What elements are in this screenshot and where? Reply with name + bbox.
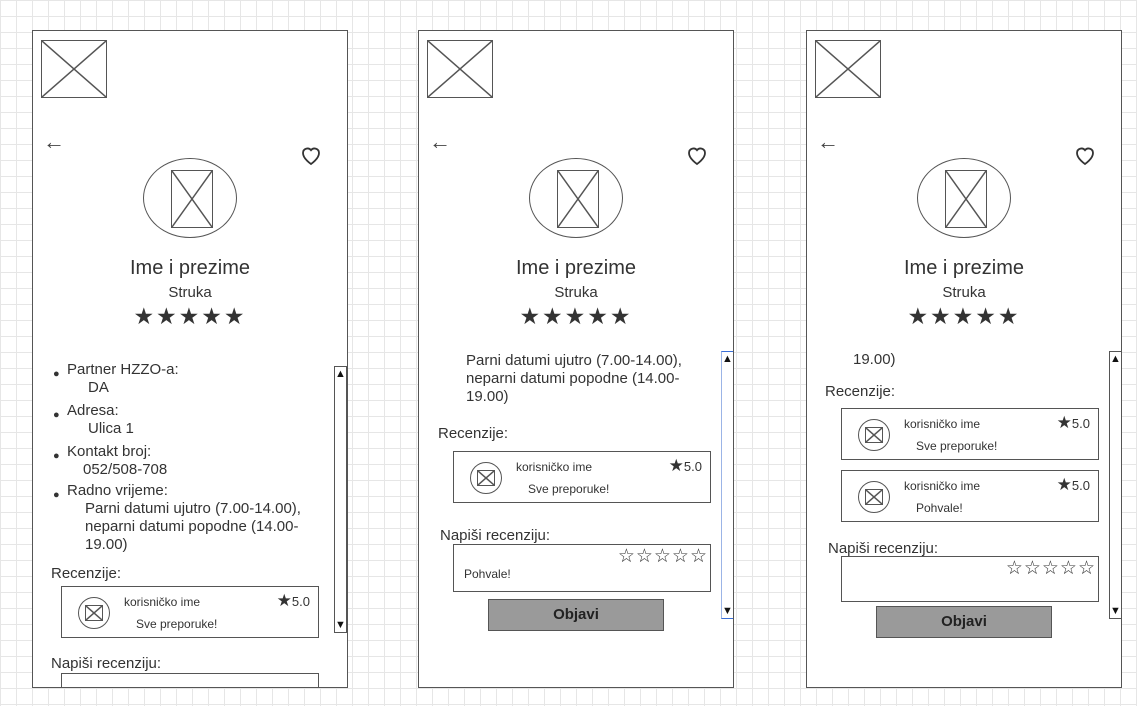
profile-profession: Struka [168,284,212,301]
scroll-up-icon[interactable]: ▲ [335,368,346,380]
reviewer-image-placeholder [865,427,883,443]
reviewer-avatar [470,462,502,494]
review-comment: Sve preporuke! [916,439,998,453]
scrollbar[interactable]: ▲ ▼ [334,366,347,633]
logo-image-placeholder [815,40,881,98]
rating-stars: ★★★★★ [907,303,1021,329]
review-username: korisničko ime [904,417,981,431]
hours-line-1: Parni datumi ujutro (7.00-14.00), [466,352,682,369]
review-score-value: 5.0 [291,594,310,609]
heart-icon[interactable] [1073,143,1097,167]
review-input[interactable]: ☆☆☆☆☆ Pohvale! [453,544,711,592]
reviewer-avatar [78,597,110,629]
review-card: korisničko ime ★5.0 Sve preporuke! [453,451,711,503]
scroll-up-icon[interactable]: ▲ [722,353,733,365]
review-comment: Sve preporuke! [528,482,610,496]
review-score: ★5.0 [669,456,702,476]
bullet-icon: ● [53,489,60,501]
profile-profession: Struka [554,284,598,301]
hours-line-3: 19.00) [853,351,896,368]
profile-name: Ime i prezime [903,257,1025,279]
review-username: korisničko ime [904,479,981,493]
scroll-up-icon[interactable]: ▲ [1110,353,1121,365]
submit-button[interactable]: Objavi [488,599,664,631]
reviewer-image-placeholder [477,470,495,486]
avatar-image-placeholder [945,170,987,228]
bullet-icon: ● [53,450,60,462]
contact-value: 052/508-708 [83,461,168,478]
reviewer-image-placeholder [865,489,883,505]
rating-stars: ★★★★★ [519,303,633,329]
write-review-label: Napiši recenziju: [440,527,551,544]
review-comment: Pohvale! [916,501,963,515]
avatar-image-placeholder [171,170,213,228]
partner-value: DA [88,379,109,396]
hours-line-2: neparni datumi popodne (14.00- [466,370,680,387]
review-card: korisničko ime ★5.0 Sve preporuke! [61,586,319,638]
scrollbar[interactable]: ▲ ▼ [721,351,733,619]
logo-image-placeholder [427,40,493,98]
address-value: Ulica 1 [88,420,134,437]
rating-input-stars[interactable]: ☆☆☆☆☆ [1006,557,1096,580]
star-icon: ★ [668,456,684,475]
review-username: korisničko ime [124,595,201,609]
scrollbar[interactable]: ▲ ▼ [1109,351,1121,619]
profile-profession: Struka [942,284,986,301]
reviewer-image-placeholder [85,605,103,621]
review-username: korisničko ime [516,460,593,474]
star-icon: ★ [1056,475,1072,494]
review-comment: Sve preporuke! [136,617,218,631]
reviews-heading: Recenzije: [51,565,122,582]
star-icon: ★ [276,591,292,610]
reviews-heading: Recenzije: [825,383,896,400]
rating-input-stars[interactable]: ☆☆☆☆☆ [618,545,708,568]
hours-line-2: neparni datumi popodne (14.00- [85,518,299,535]
partner-label: Partner HZZO-a: [67,361,179,378]
review-score-value: 5.0 [1071,416,1090,431]
scroll-down-icon[interactable]: ▼ [722,605,733,617]
avatar [917,158,1011,238]
scroll-down-icon[interactable]: ▼ [335,619,346,631]
heart-icon[interactable] [685,143,709,167]
heart-icon[interactable] [299,143,323,167]
logo-image-placeholder [41,40,107,98]
scroll-down-icon[interactable]: ▼ [1110,605,1121,617]
review-input-value: Pohvale! [464,567,511,581]
review-score: ★5.0 [1057,475,1090,495]
reviewer-avatar [858,419,890,451]
review-score-value: 5.0 [683,459,702,474]
reviews-heading: Recenzije: [438,425,509,442]
bullet-icon: ● [53,368,60,380]
hours-line-3: 19.00) [466,388,509,405]
contact-label: Kontakt broj: [67,443,152,460]
reviewer-avatar [858,481,890,513]
review-score: ★5.0 [277,591,310,611]
review-input[interactable] [61,673,319,687]
hours-line-1: Parni datumi ujutro (7.00-14.00), [85,500,301,517]
phone-screen-3: ← Ime i prezime Struka ★★★★★ 19.00) Rece… [806,30,1122,688]
address-label: Adresa: [67,402,119,419]
hours-line-3: 19.00) [85,536,128,553]
back-arrow-icon[interactable]: ← [43,131,65,153]
submit-button[interactable]: Objavi [876,606,1052,638]
review-input[interactable]: ☆☆☆☆☆ [841,556,1099,602]
profile-name: Ime i prezime [515,257,637,279]
review-card: korisničko ime ★5.0 Pohvale! [841,470,1099,522]
phone-screen-1: ← Ime i prezime Struka ★★★★★ ● Partner H… [32,30,348,688]
back-arrow-icon[interactable]: ← [817,131,839,153]
avatar-image-placeholder [557,170,599,228]
review-card: korisničko ime ★5.0 Sve preporuke! [841,408,1099,460]
phone-screen-2: ← Ime i prezime Struka ★★★★★ Parni datum… [418,30,734,688]
avatar [143,158,237,238]
bullet-icon: ● [53,409,60,421]
write-review-label: Napiši recenziju: [51,655,162,672]
avatar [529,158,623,238]
back-arrow-icon[interactable]: ← [429,131,451,153]
star-icon: ★ [1056,413,1072,432]
review-score-value: 5.0 [1071,478,1090,493]
hours-label: Radno vrijeme: [67,482,168,499]
rating-stars: ★★★★★ [133,303,247,329]
review-score: ★5.0 [1057,413,1090,433]
profile-name: Ime i prezime [129,257,251,279]
